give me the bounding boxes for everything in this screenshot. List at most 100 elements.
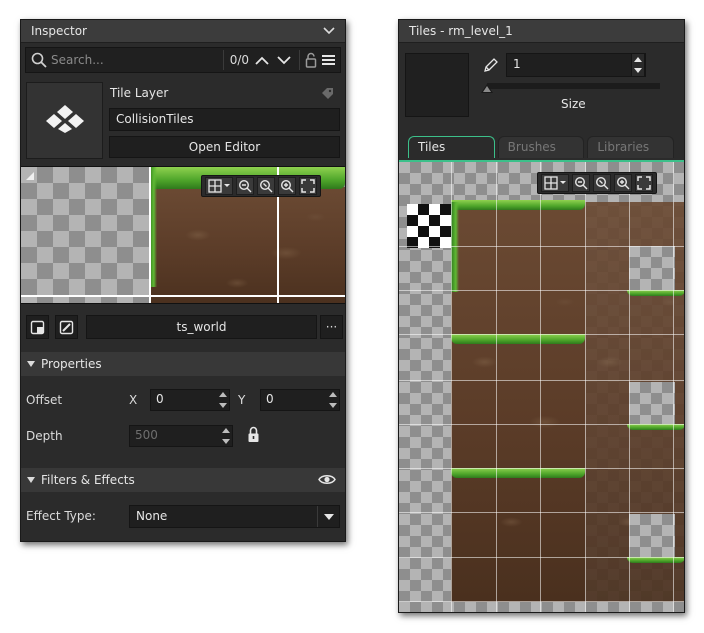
offset-y-value: 0 [266,392,274,406]
collapse-triangle-icon [27,361,35,367]
tileset-row: ts_world ··· [26,315,343,340]
more-button[interactable]: ··· [320,315,343,339]
grid-line [399,468,684,469]
fullscreen-icon[interactable] [299,177,317,195]
grid-line [496,162,497,612]
grass-edge [451,334,585,344]
search-result-count: 0/0 [229,53,249,67]
offset-x-value: 0 [156,392,164,406]
brush-size-spinner[interactable] [631,53,645,77]
zoom-out-icon[interactable] [236,177,254,195]
brush-size-value: 1 [513,57,521,71]
empty-tile-swatch[interactable] [407,204,451,248]
search-input[interactable]: Search... [51,53,223,67]
search-icon [31,52,47,68]
layer-type-label: Tile Layer [110,86,169,100]
grid-line [399,334,684,335]
chevron-up-icon[interactable] [255,56,269,65]
tab-libraries[interactable]: Libraries [587,136,675,158]
filters-effects-header[interactable]: Filters & Effects [21,468,345,492]
grid-line [21,295,345,297]
offset-x-field[interactable]: 0 [150,389,230,411]
brush-preview [405,53,469,117]
tag-icon[interactable] [321,87,334,103]
tile-hole [629,382,675,426]
search-separator [222,50,224,70]
grid-line [585,162,586,612]
lock-icon[interactable] [247,426,260,446]
tab-brushes[interactable]: Brushes [497,136,585,158]
depth-spinner[interactable] [221,428,230,444]
brush-size-field[interactable]: 1 [506,53,646,77]
grid-line [451,162,452,612]
size-label: Size [561,97,586,111]
brush-size-slider[interactable] [487,83,660,89]
inspector-titlebar: Inspector [21,20,345,43]
depth-field[interactable]: 500 [129,425,233,447]
tileset-preview[interactable] [21,166,345,304]
dirt-tiles [149,187,345,303]
offset-y-field[interactable]: 0 [260,389,340,411]
grid-icon[interactable] [205,177,233,195]
offset-y-spinner[interactable] [328,392,337,408]
grid-line [540,162,541,612]
grass-edge [451,202,459,292]
tileset-canvas[interactable] [399,160,684,612]
zoom-out-icon[interactable] [572,174,590,192]
tileset-name-field[interactable]: ts_world [86,315,317,339]
edit-tileset-icon[interactable] [55,315,78,339]
layer-thumbnail [26,82,103,159]
tiles-title: Tiles - rm_level_1 [409,24,513,38]
tile-hole [629,514,675,558]
fullscreen-icon[interactable] [635,174,653,192]
chevron-down-icon[interactable] [323,27,335,35]
pencil-icon[interactable] [483,57,499,76]
grid-line [399,290,684,291]
hamburger-icon[interactable] [322,54,335,66]
tile-hole [629,246,675,292]
zoom-in-icon[interactable] [278,177,296,195]
tiles-tabs: Tiles Brushes Libraries [408,136,675,158]
offset-label: Offset [26,393,63,407]
collapse-triangle-icon [27,477,35,483]
offset-x-spinner[interactable] [218,392,227,408]
corner-marker-icon [26,172,34,180]
y-label: Y [238,393,246,407]
open-editor-button[interactable]: Open Editor [109,136,340,158]
new-tileset-icon[interactable] [26,315,49,339]
inspector-panel: Inspector Search... 0/0 Tile Layer Colli… [20,19,346,542]
filters-effects-title: Filters & Effects [41,473,135,487]
grid-line [629,162,630,612]
properties-header[interactable]: Properties [21,352,345,376]
lock-icon[interactable] [305,52,317,68]
grid-line [399,512,684,513]
grid-line [399,380,684,381]
grid-line [399,601,684,602]
eye-icon[interactable] [318,473,336,489]
grid-line [673,162,674,612]
grid-icon[interactable] [541,174,569,192]
dirt-tiles [451,202,585,602]
zoom-in-icon[interactable] [614,174,632,192]
tab-tiles[interactable]: Tiles [408,136,495,158]
chevron-down-icon[interactable] [277,55,291,65]
search-separator [299,50,300,70]
tile-layer-icon [43,104,87,137]
search-bar: Search... 0/0 [25,47,341,73]
chevron-down-icon[interactable] [317,506,339,527]
x-label: X [129,393,138,407]
grid-line [149,167,151,303]
properties-title: Properties [41,357,102,371]
tiles-zoom-toolbar [537,172,657,194]
effect-type-label: Effect Type: [26,509,96,523]
grid-line [399,557,684,558]
grass-edge [451,200,585,210]
layer-name-field[interactable]: CollisionTiles [109,108,340,131]
slider-handle[interactable] [481,84,493,93]
effect-type-select[interactable]: None [129,505,340,528]
depth-value: 500 [135,428,158,442]
grid-line [399,246,684,247]
zoom-reset-icon[interactable] [593,174,611,192]
grass-edge [451,468,585,478]
zoom-reset-icon[interactable] [257,177,275,195]
